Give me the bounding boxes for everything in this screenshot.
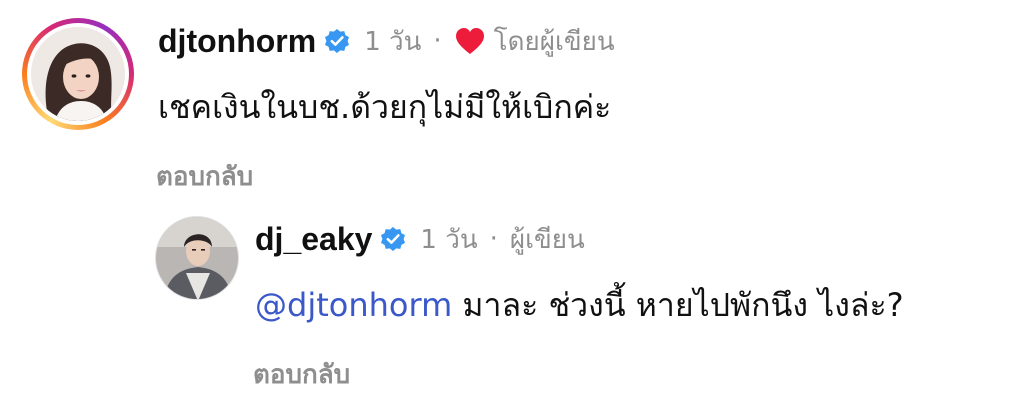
comment-body: djtonhorm 1 วัน · โดยผู้เขียน เชคเงินในบ…: [158, 18, 615, 133]
separator-dot: ·: [489, 224, 498, 254]
comment-time: 1 วัน: [420, 224, 478, 255]
comment-body: dj_eaky 1 วัน · ผู้เขียน @djtonhorm มาละ…: [255, 216, 904, 331]
comment-text-body: มาละ ช่วงนี้ หายไปพักนึง ไงล่ะ?: [462, 286, 904, 324]
avatar[interactable]: [155, 216, 239, 300]
username[interactable]: djtonhorm: [158, 23, 316, 60]
comment-time: 1 วัน: [364, 26, 422, 57]
reply-button[interactable]: ตอบกลับ: [253, 354, 350, 395]
verified-badge-icon: [322, 26, 352, 56]
avatar[interactable]: [22, 18, 134, 130]
mention-link[interactable]: @djtonhorm: [255, 286, 452, 324]
avatar-image: [156, 217, 238, 299]
comment-meta: dj_eaky 1 วัน · ผู้เขียน: [255, 216, 904, 262]
author-label: ผู้เขียน: [509, 224, 585, 255]
separator-dot: ·: [433, 26, 442, 56]
comment-meta: djtonhorm 1 วัน · โดยผู้เขียน: [158, 18, 615, 64]
comment-text: เชคเงินในบช.ด้วยกุไม่มีให้เบิกค่ะ: [158, 88, 612, 126]
liked-by-author-label: โดยผู้เขียน: [493, 26, 615, 57]
comment-text: @djtonhorm มาละ ช่วงนี้ หายไปพักนึง ไงล่…: [255, 280, 904, 331]
heart-icon: [454, 26, 486, 56]
avatar-image: [31, 27, 125, 121]
reply-button[interactable]: ตอบกลับ: [156, 156, 253, 197]
verified-badge-icon: [378, 224, 408, 254]
username[interactable]: dj_eaky: [255, 221, 372, 258]
